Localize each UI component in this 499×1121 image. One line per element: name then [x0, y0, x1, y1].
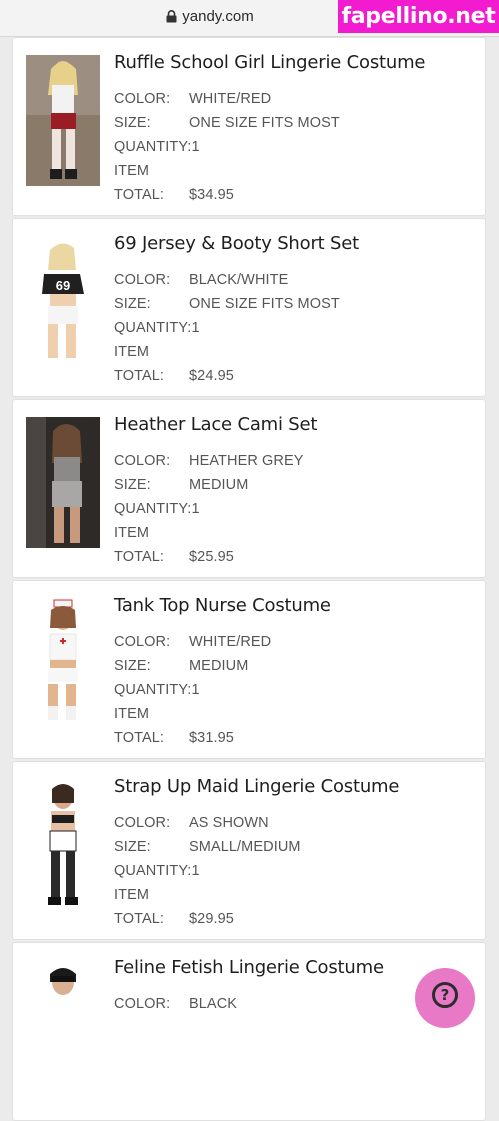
product-title[interactable]: Ruffle School Girl Lingerie Costume	[114, 52, 425, 73]
product-image[interactable]	[26, 598, 100, 729]
size-label: SIZE:	[114, 296, 151, 312]
color-value: HEATHER GREY	[189, 453, 304, 469]
total-label: TOTAL:	[114, 730, 165, 746]
product-image[interactable]	[26, 779, 100, 910]
total-row: TOTAL: $34.95	[114, 187, 234, 203]
size-label: SIZE:	[114, 839, 151, 855]
quantity-value: 1	[191, 139, 200, 155]
quantity-row: QUANTITY:1	[114, 863, 200, 879]
product-title[interactable]: Strap Up Maid Lingerie Costume	[114, 776, 399, 797]
order-item-card: 69 69 Jersey & Booty Short Set COLOR: BLA…	[12, 218, 486, 397]
color-value: WHITE/RED	[189, 634, 272, 650]
product-image[interactable]	[26, 55, 100, 186]
total-label: TOTAL:	[114, 368, 165, 384]
total-value: $24.95	[189, 368, 234, 384]
item-label: ITEM	[114, 887, 150, 903]
help-button[interactable]: ?	[415, 968, 475, 1028]
watermark: fapellino.net	[338, 0, 499, 33]
item-label: ITEM	[114, 706, 150, 722]
color-label: COLOR:	[114, 634, 171, 650]
total-label: TOTAL:	[114, 911, 165, 927]
item-label: ITEM	[114, 525, 150, 541]
color-value: AS SHOWN	[189, 815, 269, 831]
quantity-value: 1	[191, 682, 200, 698]
color-row: COLOR: BLACK/WHITE	[114, 272, 288, 288]
quantity-row: QUANTITY:1	[114, 682, 200, 698]
total-value: $34.95	[189, 187, 234, 203]
lock-icon	[166, 10, 177, 23]
product-title[interactable]: Feline Fetish Lingerie Costume	[114, 957, 384, 978]
item-label: ITEM	[114, 344, 150, 360]
order-item-card: Ruffle School Girl Lingerie Costume COLO…	[12, 37, 486, 216]
product-title[interactable]: 69 Jersey & Booty Short Set	[114, 233, 359, 254]
item-label: ITEM	[114, 163, 150, 179]
quantity-label: QUANTITY:	[114, 320, 192, 336]
color-row: COLOR: WHITE/RED	[114, 634, 271, 650]
total-value: $25.95	[189, 549, 234, 565]
size-row: SIZE: ONE SIZE FITS MOST	[114, 296, 340, 312]
color-row: COLOR: AS SHOWN	[114, 815, 269, 831]
color-label: COLOR:	[114, 815, 171, 831]
size-value: SMALL/MEDIUM	[189, 839, 301, 855]
url-text: yandy.com	[182, 8, 254, 25]
quantity-row: QUANTITY:1	[114, 501, 200, 517]
order-item-card: Heather Lace Cami Set COLOR: HEATHER GREY…	[12, 399, 486, 578]
total-row: TOTAL: $24.95	[114, 368, 234, 384]
quantity-label: QUANTITY:	[114, 501, 192, 517]
color-value: WHITE/RED	[189, 91, 272, 107]
size-row: SIZE: MEDIUM	[114, 658, 248, 674]
order-item-card: Feline Fetish Lingerie Costume COLOR: BLA…	[12, 942, 486, 1121]
size-label: SIZE:	[114, 115, 151, 131]
size-label: SIZE:	[114, 658, 151, 674]
total-row: TOTAL: $29.95	[114, 911, 234, 927]
color-label: COLOR:	[114, 91, 171, 107]
total-value: $31.95	[189, 730, 234, 746]
product-title[interactable]: Heather Lace Cami Set	[114, 414, 317, 435]
total-label: TOTAL:	[114, 187, 165, 203]
size-value: MEDIUM	[189, 477, 249, 493]
size-label: SIZE:	[114, 477, 151, 493]
total-row: TOTAL: $31.95	[114, 730, 234, 746]
size-value: ONE SIZE FITS MOST	[189, 115, 340, 131]
color-label: COLOR:	[114, 272, 171, 288]
quantity-row: QUANTITY:1	[114, 320, 200, 336]
color-value: BLACK/WHITE	[189, 272, 289, 288]
color-row: COLOR: WHITE/RED	[114, 91, 271, 107]
quantity-label: QUANTITY:	[114, 863, 192, 879]
quantity-value: 1	[191, 501, 200, 517]
color-label: COLOR:	[114, 453, 171, 469]
order-item-card: Tank Top Nurse Costume COLOR: WHITE/RED S…	[12, 580, 486, 759]
total-label: TOTAL:	[114, 549, 165, 565]
quantity-value: 1	[191, 320, 200, 336]
size-value: ONE SIZE FITS MOST	[189, 296, 340, 312]
color-row: COLOR: HEATHER GREY	[114, 453, 303, 469]
product-image[interactable]: 69	[26, 236, 100, 367]
product-image[interactable]	[26, 417, 100, 548]
color-label: COLOR:	[114, 996, 171, 1012]
size-row: SIZE: SMALL/MEDIUM	[114, 839, 300, 855]
color-row: COLOR: BLACK	[114, 996, 237, 1012]
browser-bar: yandy.com fapellino.net	[0, 0, 499, 37]
product-title[interactable]: Tank Top Nurse Costume	[114, 595, 331, 616]
quantity-label: QUANTITY:	[114, 682, 192, 698]
order-item-card: Strap Up Maid Lingerie Costume COLOR: AS …	[12, 761, 486, 940]
jersey-number: 69	[56, 278, 70, 293]
quantity-value: 1	[191, 863, 200, 879]
total-row: TOTAL: $25.95	[114, 549, 234, 565]
quantity-label: QUANTITY:	[114, 139, 192, 155]
total-value: $29.95	[189, 911, 234, 927]
quantity-row: QUANTITY:1	[114, 139, 200, 155]
question-icon: ?	[432, 982, 458, 1008]
size-row: SIZE: MEDIUM	[114, 477, 248, 493]
color-value: BLACK	[189, 996, 238, 1012]
size-row: SIZE: ONE SIZE FITS MOST	[114, 115, 340, 131]
product-image[interactable]	[26, 960, 100, 1091]
size-value: MEDIUM	[189, 658, 249, 674]
